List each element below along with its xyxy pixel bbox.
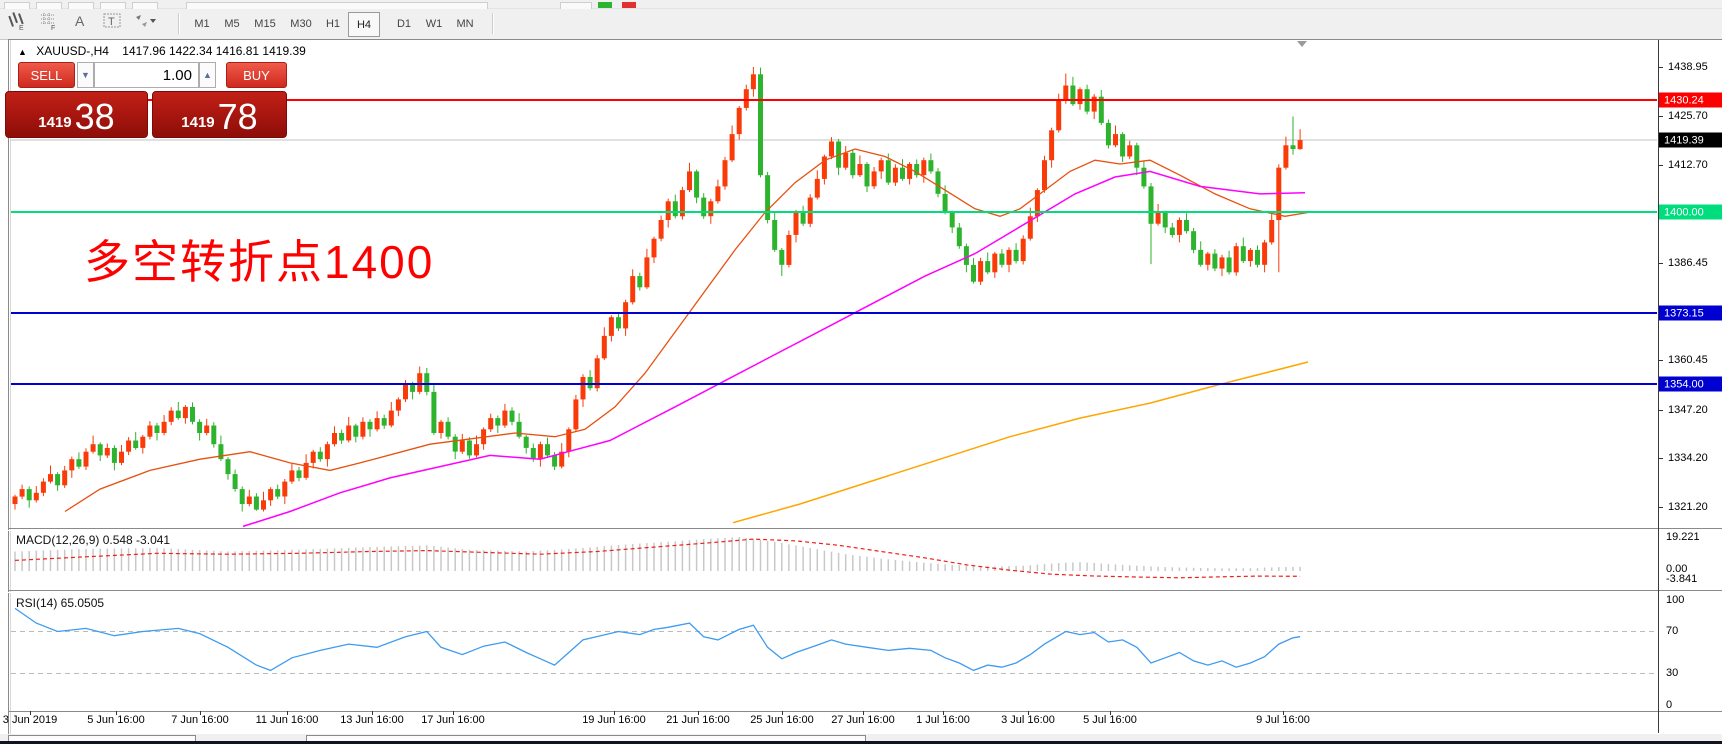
ohlc-values: 1417.96 1422.34 1416.81 1419.39 [122,44,306,58]
price-axis-label: 1347.20 [1668,404,1708,416]
level-price-badge: 1430.24 [1659,93,1722,108]
time-axis-label: 3 Jul 16:00 [1001,714,1055,726]
panel-separator [8,592,1722,593]
time-axis-label: 25 Jun 16:00 [750,714,814,726]
sell-price-box[interactable]: 1419 38 [5,91,148,138]
current-price-badge: 1419.39 [1659,133,1722,148]
price-axis-label: 1321.20 [1668,501,1708,513]
price-axis-label: 1386.45 [1668,257,1708,269]
indicator-axis-label: 70 [1666,625,1678,637]
time-axis-label: 27 Jun 16:00 [831,714,895,726]
time-axis-label: 7 Jun 16:00 [171,714,229,726]
spinner-down-icon: ▼ [81,70,90,80]
panel-separator [8,711,1722,712]
chart-text-annotation: 多空转折点1400 [84,226,434,292]
panel-separator[interactable] [8,590,1722,591]
rsi-indicator-label: RSI(14) 65.0505 [16,596,104,610]
level-price-badge: 1400.00 [1659,205,1722,220]
mt4-window: EFAT M1M5M15M30H1H4D1W1MN ▲ XAUUSD-,H4 1… [0,0,1722,744]
ma-slow-line [733,362,1308,523]
sell-button[interactable]: SELL [18,62,75,88]
level-price-badge: 1354.00 [1659,377,1722,392]
panel-separator [8,530,1722,531]
time-axis-label: 3 Jun 2019 [3,714,57,726]
price-axis-label: 1425.70 [1668,110,1708,122]
sell-price-big-figure: 1419 [38,112,71,133]
collapse-icon[interactable]: ▲ [18,47,27,57]
spinner-up-icon: ▲ [203,70,212,80]
price-axis-label: 1334.20 [1668,452,1708,464]
chart-header: ▲ XAUUSD-,H4 1417.96 1422.34 1416.81 141… [18,44,306,58]
time-axis-label: 21 Jun 16:00 [666,714,730,726]
panel-separator[interactable] [8,528,1722,529]
price-axis-tick [1658,410,1663,411]
volume-decrease-button[interactable]: ▼ [77,62,94,88]
price-axis-tick [1658,116,1663,117]
ma-fast-line [65,149,1308,512]
price-axis-tick [1658,507,1663,508]
price-axis-tick [1658,165,1663,166]
buy-price-big-figure: 1419 [181,112,214,133]
macd-indicator-label: MACD(12,26,9) 0.548 -3.041 [16,533,170,547]
time-axis-label: 19 Jun 16:00 [582,714,646,726]
buy-price-box[interactable]: 1419 78 [152,91,287,138]
price-axis-label: 1438.95 [1668,61,1708,73]
time-axis-label: 9 Jul 16:00 [1256,714,1310,726]
volume-increase-button[interactable]: ▲ [199,62,216,88]
time-axis-label: 5 Jun 16:00 [87,714,145,726]
level-price-badge: 1373.15 [1659,306,1722,321]
time-axis-label: 11 Jun 16:00 [256,714,319,726]
symbol-period-label: XAUUSD-,H4 [36,44,109,58]
price-axis-tick [1658,263,1663,264]
buy-price-pips: 78 [218,101,258,133]
sell-price-pips: 38 [75,101,115,133]
price-axis-tick [1658,458,1663,459]
price-shift-marker-icon[interactable] [1297,41,1307,47]
volume-input[interactable] [94,62,199,88]
time-axis-label: 5 Jul 16:00 [1083,714,1137,726]
time-axis-label: 17 Jun 16:00 [421,714,485,726]
price-axis-label: 1412.70 [1668,159,1708,171]
price-axis-label: 1360.45 [1668,354,1708,366]
indicator-axis-label: -3.841 [1666,573,1697,585]
indicator-axis-label: 100 [1666,594,1684,606]
buy-button[interactable]: BUY [226,62,287,88]
price-axis-tick [1658,360,1663,361]
indicator-axis-label: 19.221 [1666,531,1700,543]
indicator-axis-label: 30 [1666,667,1678,679]
indicator-axis-label: 0 [1666,699,1672,711]
price-axis-tick [1658,67,1663,68]
time-axis-label: 1 Jul 16:00 [916,714,970,726]
time-axis-label: 13 Jun 16:00 [340,714,404,726]
